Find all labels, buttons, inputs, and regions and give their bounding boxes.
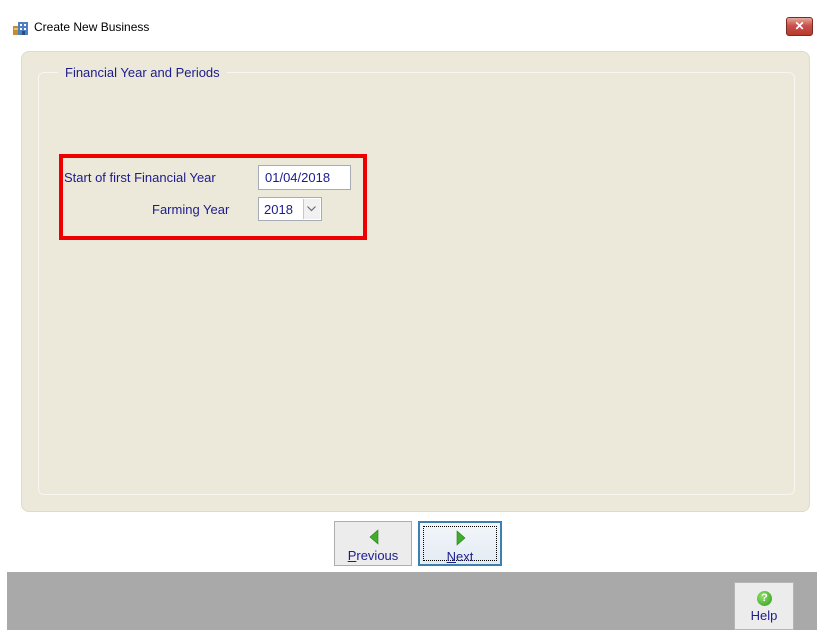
close-button[interactable]: ✕ bbox=[786, 17, 813, 36]
farming-year-select[interactable]: 2018 bbox=[258, 197, 322, 221]
window-title: Create New Business bbox=[34, 20, 150, 34]
title-bar: Create New Business ✕ bbox=[7, 15, 817, 40]
start-financial-year-label: Start of first Financial Year bbox=[64, 170, 216, 185]
chevron-down-icon bbox=[307, 206, 316, 212]
business-app-icon bbox=[13, 22, 28, 35]
footer-bar: ? Help bbox=[7, 572, 817, 630]
previous-button[interactable]: Previous bbox=[334, 521, 412, 566]
dropdown-arrow-button[interactable] bbox=[303, 199, 320, 219]
help-icon: ? bbox=[757, 591, 772, 606]
farming-year-label: Farming Year bbox=[152, 202, 230, 217]
window-body: Financial Year and Periods Start of firs… bbox=[7, 40, 817, 630]
next-label: Next bbox=[446, 549, 474, 564]
group-title: Financial Year and Periods bbox=[58, 65, 227, 80]
help-button[interactable]: ? Help bbox=[734, 582, 794, 630]
main-panel: Financial Year and Periods Start of firs… bbox=[21, 51, 810, 512]
financial-year-group: Financial Year and Periods Start of firs… bbox=[38, 65, 795, 495]
farming-year-value: 2018 bbox=[264, 202, 293, 217]
close-icon: ✕ bbox=[794, 19, 805, 33]
arrow-left-icon bbox=[369, 529, 379, 545]
previous-label: Previous bbox=[347, 548, 399, 563]
help-label: Help bbox=[750, 608, 778, 623]
arrow-right-icon bbox=[456, 530, 466, 546]
start-financial-year-input[interactable] bbox=[258, 165, 351, 190]
next-button[interactable]: Next bbox=[418, 521, 502, 566]
